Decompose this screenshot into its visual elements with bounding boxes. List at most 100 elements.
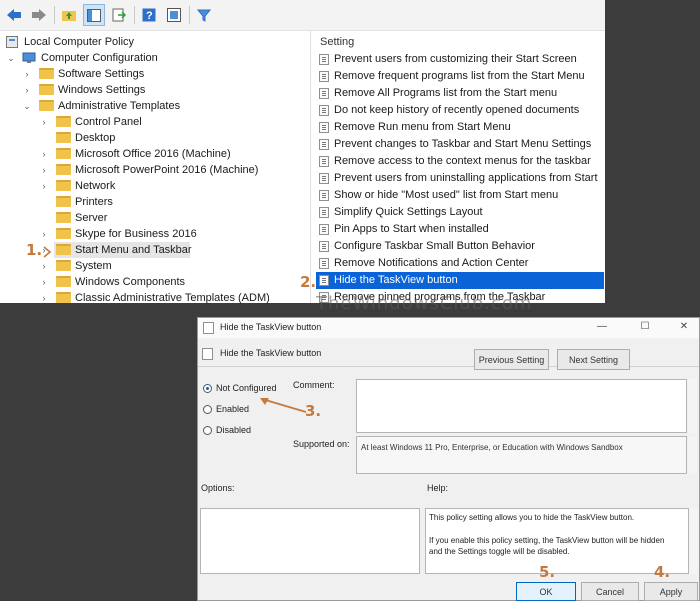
help-button[interactable]: ? (138, 4, 160, 26)
tree-item-system[interactable]: › System (4, 258, 304, 274)
policy-setting-icon (319, 190, 329, 201)
back-button[interactable] (3, 4, 25, 26)
column-header-setting[interactable]: Setting (320, 36, 354, 48)
tree-item-label: Windows Settings (58, 84, 146, 96)
list-item[interactable]: Remove Run menu from Start Menu (316, 119, 604, 136)
policy-setting-icon (319, 207, 329, 218)
tree-item-classic-admin-templates[interactable]: › Classic Administrative Templates (ADM) (4, 290, 304, 306)
chevron-down-icon[interactable]: ⌄ (6, 50, 16, 66)
comment-label: Comment: (293, 380, 335, 390)
chevron-right-icon[interactable]: › (39, 290, 49, 306)
folder-icon (56, 148, 71, 159)
list-item[interactable]: Configure Taskbar Small Button Behavior (316, 238, 604, 255)
folder-open-icon (39, 100, 54, 111)
tree-item-microsoft-powerpoint-2016[interactable]: › Microsoft PowerPoint 2016 (Machine) (4, 162, 304, 178)
chevron-right-icon[interactable]: › (39, 274, 49, 290)
previous-setting-button[interactable]: Previous Setting (474, 349, 549, 370)
forward-button[interactable] (28, 4, 50, 26)
tree-item-computer-configuration[interactable]: ⌄ Computer Configuration (4, 50, 304, 66)
tree-item-server[interactable]: Server (4, 210, 304, 226)
chevron-right-icon[interactable]: › (22, 66, 32, 82)
enabled-label[interactable]: Enabled (216, 404, 249, 414)
chevron-down-icon[interactable]: ⌄ (22, 98, 32, 114)
tree-item-label: Microsoft Office 2016 (Machine) (75, 148, 231, 160)
comment-scrollbar[interactable] (688, 379, 697, 433)
tree-item-network[interactable]: › Network (4, 178, 304, 194)
minimize-button[interactable]: — (594, 321, 610, 332)
step-marker-5: 5. (539, 563, 556, 581)
tree-item-microsoft-office-2016[interactable]: › Microsoft Office 2016 (Machine) (4, 146, 304, 162)
tree-item-label: Computer Configuration (41, 52, 158, 64)
folder-icon (56, 116, 71, 127)
help-scrollbar[interactable] (689, 508, 698, 574)
tree-item-skype-for-business[interactable]: › Skype for Business 2016 (4, 226, 304, 242)
ok-button[interactable]: OK (516, 582, 576, 601)
tree-item-label: Desktop (75, 132, 116, 144)
toolbar: ? (0, 0, 605, 31)
chevron-right-icon[interactable]: › (39, 146, 49, 162)
tree-item-windows-settings[interactable]: › Windows Settings (4, 82, 304, 98)
tree-item-windows-components[interactable]: › Windows Components (4, 274, 304, 290)
toolbar-separator (189, 6, 190, 24)
chevron-right-icon[interactable]: › (39, 226, 49, 242)
step-1-arrow-icon (43, 246, 52, 258)
policy-setting-icon (319, 139, 329, 150)
tree-item-administrative-templates[interactable]: ⌄ Administrative Templates (4, 98, 304, 114)
tree-item-software-settings[interactable]: › Software Settings (4, 66, 304, 82)
show-hide-tree-button[interactable] (83, 4, 105, 26)
step-marker-2: 2. (300, 273, 317, 291)
tree-item-printers[interactable]: Printers (4, 194, 304, 210)
folder-up-icon (62, 11, 76, 21)
supported-scrollbar[interactable] (688, 436, 697, 474)
list-item[interactable]: Remove All Programs list from the Start … (316, 85, 604, 102)
list-item[interactable]: Do not keep history of recently opened d… (316, 102, 604, 119)
policy-setting-icon (319, 258, 329, 269)
list-item-label: Configure Taskbar Small Button Behavior (334, 240, 535, 252)
tree-item-label: Skype for Business 2016 (75, 228, 197, 240)
next-setting-button[interactable]: Next Setting (557, 349, 630, 370)
policy-setting-icon (319, 224, 329, 235)
list-item[interactable]: Remove Notifications and Action Center (316, 255, 604, 272)
disabled-label[interactable]: Disabled (216, 425, 251, 435)
list-item[interactable]: Remove access to the context menus for t… (316, 153, 604, 170)
filter-button[interactable] (193, 4, 215, 26)
properties-button[interactable] (163, 4, 185, 26)
list-item[interactable]: Simplify Quick Settings Layout (316, 204, 604, 221)
close-button[interactable]: ✕ (676, 321, 692, 332)
list-item[interactable]: Prevent users from customizing their Sta… (316, 51, 604, 68)
folder-icon (56, 228, 71, 239)
tree-item-control-panel[interactable]: › Control Panel (4, 114, 304, 130)
list-item[interactable]: Pin Apps to Start when installed (316, 221, 604, 238)
not-configured-label[interactable]: Not Configured (216, 383, 277, 393)
chevron-right-icon[interactable]: › (22, 82, 32, 98)
maximize-button[interactable]: ☐ (637, 321, 653, 332)
apply-button[interactable]: Apply (644, 582, 698, 601)
cancel-button[interactable]: Cancel (581, 582, 639, 601)
chevron-right-icon[interactable]: › (39, 162, 49, 178)
list-item[interactable]: Prevent changes to Taskbar and Start Men… (316, 136, 604, 153)
tree-item-desktop[interactable]: Desktop (4, 130, 304, 146)
list-item-label: Remove frequent programs list from the S… (334, 70, 585, 82)
not-configured-radio[interactable] (203, 384, 212, 393)
tree-item-local-computer-policy[interactable]: Local Computer Policy (4, 34, 304, 50)
chevron-right-icon[interactable]: › (39, 258, 49, 274)
enabled-radio[interactable] (203, 405, 212, 414)
tree-item-label: Network (75, 180, 116, 192)
up-folder-button[interactable] (58, 4, 80, 26)
list-item-label: Pin Apps to Start when installed (334, 223, 489, 235)
list-item[interactable]: Prevent users from uninstalling applicat… (316, 170, 604, 187)
tree-item-label: Printers (75, 196, 113, 208)
export-list-button[interactable] (108, 4, 130, 26)
help-text-1: This policy setting allows you to hide t… (429, 513, 635, 522)
svg-text:?: ? (146, 10, 153, 22)
list-item[interactable]: Remove frequent programs list from the S… (316, 68, 604, 85)
chevron-right-icon[interactable]: › (39, 114, 49, 130)
chevron-right-icon[interactable]: › (39, 178, 49, 194)
list-item[interactable]: Show or hide "Most used" list from Start… (316, 187, 604, 204)
policy-setting-icon (319, 71, 329, 82)
comment-textarea[interactable] (356, 379, 687, 433)
policy-setting-icon (319, 88, 329, 99)
export-icon (112, 8, 126, 22)
disabled-radio[interactable] (203, 426, 212, 435)
list-item-selected[interactable]: Hide the TaskView button (316, 272, 604, 289)
